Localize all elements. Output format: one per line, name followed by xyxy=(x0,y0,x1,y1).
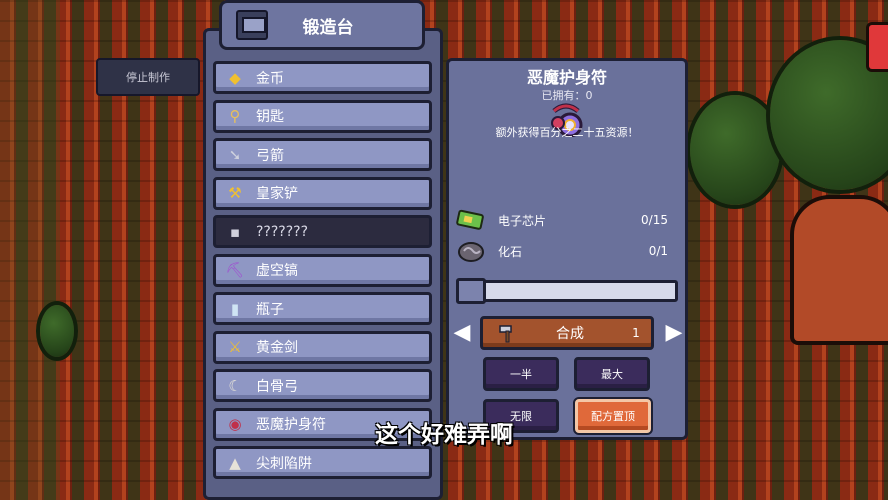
decrease-arrow-icon[interactable]: ◀ xyxy=(452,318,472,346)
recipe-label: 瓶子 xyxy=(256,301,284,318)
owned-count: 已拥有：0 xyxy=(541,89,593,102)
quantity-slider-track[interactable] xyxy=(456,280,678,302)
recipe-item[interactable]: ▮ 瓶子 xyxy=(213,292,432,325)
tree xyxy=(690,95,780,205)
recipe-item[interactable]: ◆ 金币 xyxy=(213,61,432,94)
material-name: 化石 xyxy=(498,244,523,259)
recipe-label: 尖刺陷阱 xyxy=(256,455,312,472)
recipe-item[interactable]: ▪??????? xyxy=(213,215,432,248)
tree-stump-house xyxy=(790,195,888,345)
key-icon: ⚲ xyxy=(229,107,241,125)
recipe-label: 皇家铲 xyxy=(256,186,298,202)
bottle-icon: ▮ xyxy=(230,299,240,318)
side-menu-tab[interactable] xyxy=(866,22,888,72)
stop-production-sign[interactable]: 停止制作 xyxy=(96,58,200,96)
spike-trap-icon: ▲ xyxy=(229,453,241,472)
recipe-label: 弓箭 xyxy=(256,147,284,164)
recipe-item[interactable]: ▲ 尖刺陷阱 xyxy=(213,446,432,479)
max-button[interactable]: 最大 xyxy=(574,357,650,391)
forge-title: 锻造台 xyxy=(302,17,354,38)
forge-title-tab: 锻造台 xyxy=(219,0,425,50)
recipe-label: 虚空镐 xyxy=(256,263,298,279)
increase-arrow-icon[interactable]: ▶ xyxy=(664,318,684,346)
material-name: 电子芯片 xyxy=(498,213,547,228)
half-button[interactable]: 一半 xyxy=(483,357,559,391)
royal-shovel-icon: ⚒ xyxy=(228,184,242,202)
recipe-label: ??????? xyxy=(256,223,309,240)
craft-label: 合成 xyxy=(556,326,584,342)
bone-bow-icon: ☾ xyxy=(228,376,242,395)
material-row: 电子芯片 0/15 xyxy=(456,207,678,233)
recipe-item[interactable]: ⛏ 虚空镐 xyxy=(213,253,432,287)
void-pickaxe-icon: ⛏ xyxy=(225,261,245,279)
video-subtitle: 这个好难弄啊 xyxy=(375,422,513,448)
anvil-icon xyxy=(236,10,268,40)
recipe-item[interactable]: ⚲ 钥匙 xyxy=(213,99,432,133)
recipe-item[interactable]: ☾ 白骨弓 xyxy=(213,369,432,402)
material-count: 0/15 xyxy=(641,213,668,227)
recipe-item[interactable]: ➘ 弓箭 xyxy=(213,138,432,171)
recipe-item[interactable]: ⚒ 皇家铲 xyxy=(213,176,432,210)
locked-icon: ▪ xyxy=(229,222,241,241)
tree xyxy=(40,305,74,357)
hammer-icon xyxy=(499,325,512,343)
gold-coin-icon: ◆ xyxy=(229,68,241,87)
material-count: 0/1 xyxy=(648,244,668,258)
item-name: 恶魔护身符 xyxy=(526,68,607,87)
craft-button[interactable]: 合成 1 xyxy=(480,316,654,350)
arrow-icon: ➘ xyxy=(228,145,242,164)
material-row: 化石 0/1 xyxy=(456,238,678,264)
circuit-chip-icon xyxy=(456,208,486,232)
recipe-label: 黄金剑 xyxy=(256,340,298,356)
craft-quantity: 1 xyxy=(632,326,640,340)
recipe-item[interactable]: ⚔ 黄金剑 xyxy=(213,330,432,364)
recipe-label: 金币 xyxy=(256,70,284,87)
recipe-label: 白骨弓 xyxy=(256,378,298,395)
quantity-slider-knob[interactable] xyxy=(456,278,486,304)
recipe-label: 钥匙 xyxy=(256,109,284,125)
fossil-icon xyxy=(456,239,486,263)
gold-sword-icon: ⚔ xyxy=(228,338,242,356)
item-description: 额外获得百分之二十五资源！ xyxy=(495,126,639,139)
